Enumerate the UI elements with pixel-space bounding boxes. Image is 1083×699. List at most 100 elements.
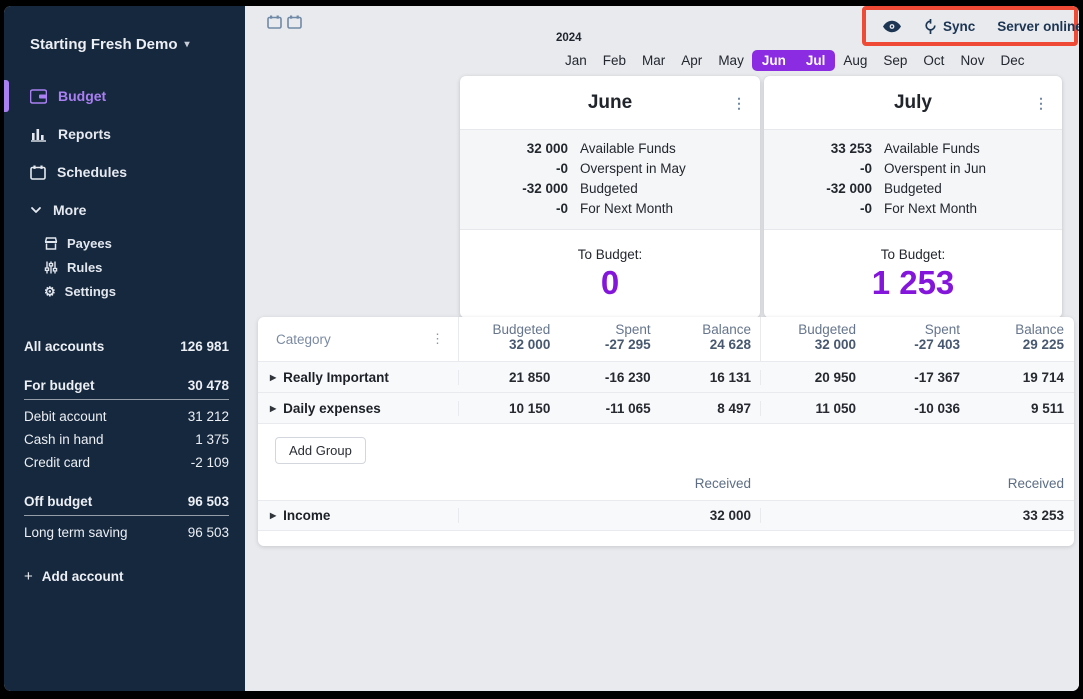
budgeted-cell[interactable]: 11 050 bbox=[761, 401, 865, 416]
sidebar-item-more[interactable]: More bbox=[4, 191, 245, 229]
received-label-july: Received bbox=[760, 476, 1073, 498]
balance-cell[interactable]: 8 497 bbox=[660, 401, 760, 416]
category-group-row-really-important[interactable]: ▶Really Important 21 850 -16 230 16 131 … bbox=[258, 361, 1074, 392]
actual-budget-app: Starting Fresh Demo ▾ Budget Reports bbox=[4, 6, 1079, 691]
sidebar-item-label: Schedules bbox=[57, 164, 127, 180]
month-summary-card-june: June ⋮ 32 000Available Funds -0Overspent… bbox=[460, 76, 760, 318]
month-jun-selected[interactable]: Jun bbox=[752, 50, 796, 71]
summary-value: -32 000 bbox=[764, 179, 884, 199]
privacy-eye-icon[interactable] bbox=[882, 20, 902, 33]
category-group-row-daily-expenses[interactable]: ▶ Daily expenses 10 150 -11 065 8 497 11 … bbox=[258, 392, 1074, 423]
received-header-row: Received Received bbox=[258, 476, 1074, 498]
summary-value: -0 bbox=[764, 199, 884, 219]
column-total: 32 000 bbox=[459, 337, 550, 352]
spent-cell[interactable]: -10 036 bbox=[865, 401, 969, 416]
month-menu-kebab-icon[interactable]: ⋮ bbox=[1034, 96, 1048, 110]
to-budget-amount[interactable]: 1 253 bbox=[764, 262, 1062, 303]
month-menu-kebab-icon[interactable]: ⋮ bbox=[732, 96, 746, 110]
spent-cell[interactable]: -16 230 bbox=[559, 370, 659, 385]
sidebar-item-schedules[interactable]: Schedules bbox=[4, 153, 245, 191]
calendar-one-month-icon[interactable] bbox=[267, 15, 282, 29]
month-card-title: July bbox=[894, 92, 932, 114]
server-toolbar-highlighted: Sync Server online bbox=[862, 6, 1078, 46]
budgeted-cell[interactable]: 20 950 bbox=[761, 370, 865, 385]
category-group-row-income[interactable]: ▶ Income 32 000 33 253 bbox=[258, 500, 1074, 531]
all-accounts-balance: 126 981 bbox=[180, 335, 229, 358]
sidebar-item-label: Payees bbox=[67, 236, 112, 251]
summary-value: 32 000 bbox=[460, 139, 580, 159]
month-feb[interactable]: Feb bbox=[595, 50, 634, 71]
account-row-debit[interactable]: Debit account 31 212 bbox=[24, 405, 229, 428]
group-name: Income bbox=[283, 508, 330, 523]
summary-value: -32 000 bbox=[460, 179, 580, 199]
received-cell[interactable]: 32 000 bbox=[459, 508, 760, 523]
spent-cell[interactable]: -11 065 bbox=[559, 401, 659, 416]
balance-cell[interactable]: 9 511 bbox=[969, 401, 1073, 416]
sidebar-submenu: Payees Rules ⚙ Settings bbox=[4, 231, 245, 303]
budgeted-cell[interactable]: 21 850 bbox=[459, 370, 559, 385]
month-apr[interactable]: Apr bbox=[673, 50, 710, 71]
account-row-credit-card[interactable]: Credit card -2 109 bbox=[24, 451, 229, 474]
for-budget-header-row[interactable]: For budget 30 478 bbox=[24, 374, 229, 400]
july-header-columns: Budgeted32 000 Spent-27 403 Balance29 22… bbox=[760, 317, 1073, 361]
month-nov[interactable]: Nov bbox=[952, 50, 992, 71]
balance-cell[interactable]: 16 131 bbox=[660, 370, 760, 385]
wallet-icon bbox=[30, 89, 47, 104]
account-name: Long term saving bbox=[24, 521, 128, 544]
account-row-cash[interactable]: Cash in hand 1 375 bbox=[24, 428, 229, 451]
sidebar-item-payees[interactable]: Payees bbox=[4, 231, 245, 255]
budget-file-switcher[interactable]: Starting Fresh Demo ▾ bbox=[4, 6, 245, 53]
to-budget-amount[interactable]: 0 bbox=[460, 262, 760, 303]
app-window: Starting Fresh Demo ▾ Budget Reports bbox=[0, 0, 1083, 699]
sidebar-item-reports[interactable]: Reports bbox=[4, 115, 245, 153]
month-oct[interactable]: Oct bbox=[915, 50, 952, 71]
expand-triangle-icon[interactable]: ▶ bbox=[270, 511, 276, 520]
spent-cell[interactable]: -17 367 bbox=[865, 370, 969, 385]
month-count-buttons bbox=[267, 15, 302, 29]
month-jan[interactable]: Jan bbox=[557, 50, 595, 71]
bar-chart-icon bbox=[30, 127, 47, 142]
account-balance: 1 375 bbox=[195, 428, 229, 451]
gear-icon: ⚙ bbox=[44, 285, 56, 298]
sync-icon bbox=[924, 19, 937, 34]
calendar-two-month-icon[interactable] bbox=[287, 15, 302, 29]
year-label: 2024 bbox=[556, 32, 582, 44]
budget-page: Sync Server online 2024 Jan Feb Mar Apr … bbox=[245, 6, 1079, 691]
month-aug[interactable]: Aug bbox=[835, 50, 875, 71]
summary-label: Budgeted bbox=[884, 179, 1062, 199]
all-accounts-row[interactable]: All accounts 126 981 bbox=[24, 335, 229, 358]
summary-label: For Next Month bbox=[884, 199, 1062, 219]
month-jul-selected[interactable]: Jul bbox=[796, 50, 836, 71]
month-sep[interactable]: Sep bbox=[875, 50, 915, 71]
summary-label: Available Funds bbox=[580, 139, 760, 159]
sidebar: Starting Fresh Demo ▾ Budget Reports bbox=[4, 6, 245, 691]
sidebar-item-rules[interactable]: Rules bbox=[4, 255, 245, 279]
add-group-button[interactable]: Add Group bbox=[275, 437, 366, 464]
account-row-long-term-saving[interactable]: Long term saving 96 503 bbox=[24, 521, 229, 544]
plus-icon: + bbox=[24, 568, 33, 585]
summary-label: Overspent in Jun bbox=[884, 159, 1062, 179]
add-account-button[interactable]: + Add account bbox=[24, 568, 229, 585]
budget-table: Category ⋮ Budgeted32 000 Spent-27 295 B… bbox=[258, 317, 1074, 546]
sidebar-item-budget[interactable]: Budget bbox=[4, 77, 245, 115]
group-name: Daily expenses bbox=[283, 401, 381, 416]
sync-button[interactable]: Sync bbox=[924, 19, 975, 34]
balance-cell[interactable]: 19 714 bbox=[969, 370, 1073, 385]
server-status-button[interactable]: Server online bbox=[997, 19, 1079, 34]
month-may[interactable]: May bbox=[710, 50, 752, 71]
category-menu-kebab-icon[interactable]: ⋮ bbox=[431, 331, 444, 347]
column-total: -27 403 bbox=[865, 337, 960, 352]
month-mar[interactable]: Mar bbox=[634, 50, 673, 71]
group-name: Really Important bbox=[283, 370, 389, 385]
received-cell[interactable]: 33 253 bbox=[761, 508, 1073, 523]
expand-triangle-icon[interactable]: ▶ bbox=[270, 404, 276, 413]
all-accounts-label: All accounts bbox=[24, 335, 104, 358]
budgeted-cell[interactable]: 10 150 bbox=[459, 401, 559, 416]
summary-label: Budgeted bbox=[580, 179, 760, 199]
month-dec[interactable]: Dec bbox=[992, 50, 1032, 71]
summary-label: Available Funds bbox=[884, 139, 1062, 159]
summary-value: -0 bbox=[460, 159, 580, 179]
sidebar-item-settings[interactable]: ⚙ Settings bbox=[4, 279, 245, 303]
expand-triangle-icon[interactable]: ▶ bbox=[270, 373, 276, 382]
off-budget-header-row[interactable]: Off budget 96 503 bbox=[24, 490, 229, 516]
